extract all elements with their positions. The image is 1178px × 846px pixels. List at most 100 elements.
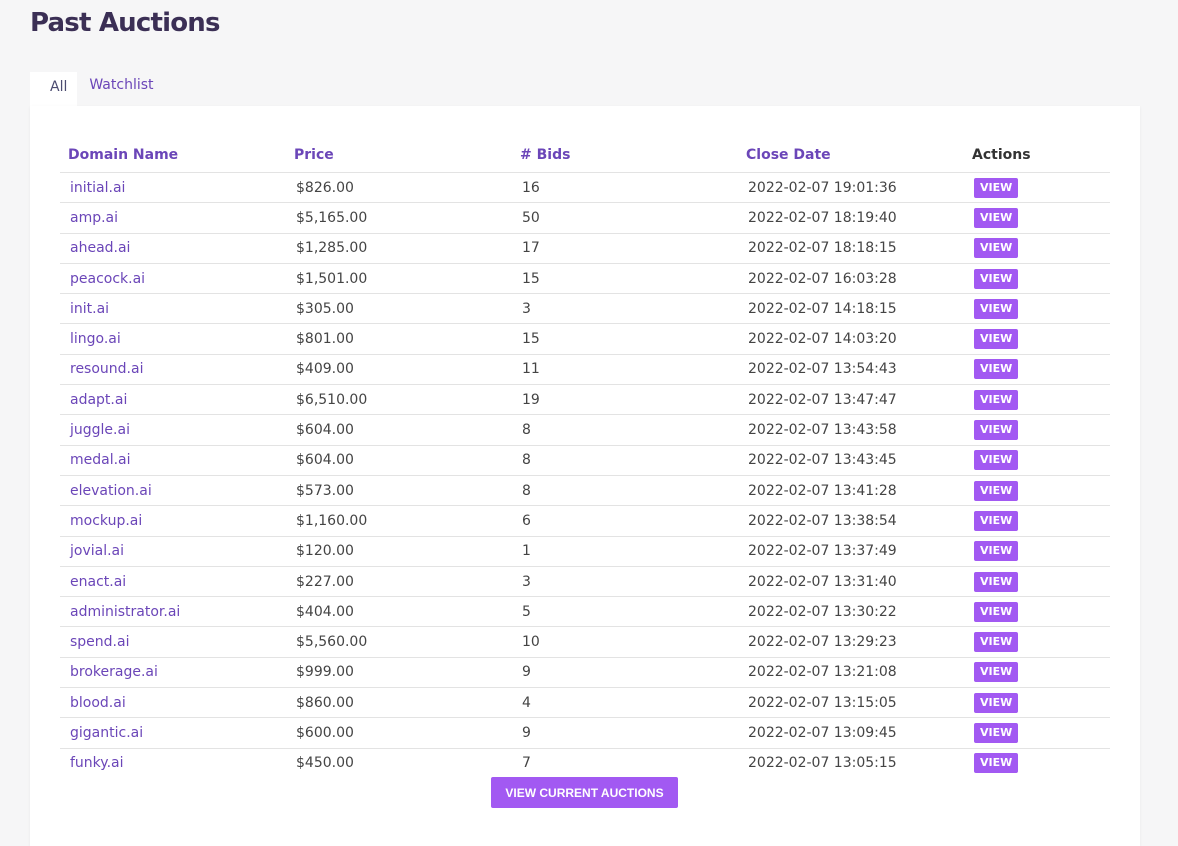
close-date-cell: 2022-02-07 13:47:47 — [738, 384, 964, 416]
view-button[interactable]: VIEW — [974, 359, 1019, 380]
view-button[interactable]: VIEW — [974, 480, 1019, 501]
domain-link[interactable]: resound.ai — [60, 354, 286, 386]
domain-link[interactable]: administrator.ai — [60, 596, 286, 628]
view-button[interactable]: VIEW — [974, 268, 1019, 289]
bids-cell: 3 — [512, 293, 738, 325]
close-date-cell: 2022-02-07 18:19:40 — [738, 202, 964, 234]
view-button[interactable]: VIEW — [974, 177, 1019, 198]
close-date-cell: 2022-02-07 13:38:54 — [738, 505, 964, 537]
view-current-auctions-button[interactable]: VIEW CURRENT AUCTIONS — [491, 777, 678, 808]
table-row: mockup.ai $1,160.00 6 2022-02-07 13:38:54 VI… — [60, 505, 1110, 537]
view-button[interactable]: VIEW — [974, 632, 1019, 653]
tab-all[interactable]: All — [30, 72, 78, 106]
price-cell: $6,510.00 — [286, 384, 512, 416]
actions-cell: VIEW — [964, 687, 1110, 719]
table-row: medal.ai $604.00 8 2022-02-07 13:43:45 VIEW — [60, 445, 1110, 476]
table-row: initial.ai $826.00 16 2022-02-07 19:01:36 VI… — [60, 172, 1110, 204]
domain-link[interactable]: elevation.ai — [60, 475, 286, 507]
header-price[interactable]: Price — [286, 138, 512, 173]
domain-link[interactable]: amp.ai — [60, 202, 286, 234]
bids-cell: 17 — [512, 233, 738, 264]
domain-link[interactable]: blood.ai — [60, 687, 286, 719]
view-button[interactable]: VIEW — [974, 238, 1019, 259]
table-row: jovial.ai $120.00 1 2022-02-07 13:37:49 VIEW — [60, 536, 1110, 567]
domain-link[interactable]: init.ai — [60, 293, 286, 325]
domain-link[interactable]: jovial.ai — [60, 536, 286, 567]
domain-link[interactable]: adapt.ai — [60, 384, 286, 416]
bids-cell: 3 — [512, 566, 738, 598]
actions-cell: VIEW — [964, 748, 1110, 778]
table-row: ahead.ai $1,285.00 17 2022-02-07 18:18:15 VI… — [60, 233, 1110, 264]
bids-cell: 8 — [512, 445, 738, 476]
close-date-cell: 2022-02-07 13:54:43 — [738, 354, 964, 386]
close-date-cell: 2022-02-07 13:21:08 — [738, 657, 964, 689]
domain-link[interactable]: juggle.ai — [60, 414, 286, 446]
actions-cell: VIEW — [964, 414, 1110, 446]
view-button[interactable]: VIEW — [974, 722, 1019, 743]
close-date-cell: 2022-02-07 13:37:49 — [738, 536, 964, 567]
actions-cell: VIEW — [964, 505, 1110, 537]
close-date-cell: 2022-02-07 19:01:36 — [738, 172, 964, 204]
domain-link[interactable]: enact.ai — [60, 566, 286, 598]
close-date-cell: 2022-02-07 16:03:28 — [738, 263, 964, 295]
price-cell: $600.00 — [286, 717, 512, 749]
view-button[interactable]: VIEW — [974, 753, 1019, 774]
bids-cell: 8 — [512, 475, 738, 507]
bids-cell: 19 — [512, 384, 738, 416]
close-date-cell: 2022-02-07 13:05:15 — [748, 755, 897, 772]
header-bids[interactable]: # Bids — [512, 138, 738, 173]
actions-cell: VIEW — [964, 445, 1110, 476]
auctions-card: Domain Name Price # Bids Close Date Acti… — [30, 106, 1140, 846]
header-close-date[interactable]: Close Date — [738, 138, 964, 173]
view-button[interactable]: VIEW — [974, 389, 1019, 410]
view-button[interactable]: VIEW — [974, 420, 1019, 441]
auctions-table: Domain Name Price # Bids Close Date Acti… — [60, 138, 1110, 778]
tab-watchlist[interactable]: Watchlist — [77, 72, 165, 106]
price-cell: $227.00 — [286, 566, 512, 598]
bids-cell: 9 — [512, 717, 738, 749]
view-button[interactable]: VIEW — [974, 207, 1019, 228]
bids-cell: 10 — [512, 626, 738, 658]
close-date-cell: 2022-02-07 18:18:15 — [738, 233, 964, 264]
domain-link[interactable]: ahead.ai — [60, 233, 286, 264]
close-date-cell: 2022-02-07 13:31:40 — [738, 566, 964, 598]
table-row: juggle.ai $604.00 8 2022-02-07 13:43:58 VIEW — [60, 414, 1110, 446]
actions-cell: VIEW — [964, 596, 1110, 628]
table-row: amp.ai $5,165.00 50 2022-02-07 18:19:40 VIEW — [60, 202, 1110, 234]
view-button[interactable]: VIEW — [974, 541, 1019, 562]
table-row: resound.ai $409.00 11 2022-02-07 13:54:43 VI… — [60, 354, 1110, 386]
bids-cell: 7 — [522, 755, 531, 772]
view-button[interactable]: VIEW — [974, 662, 1019, 683]
view-button[interactable]: VIEW — [974, 601, 1019, 622]
view-button[interactable]: VIEW — [974, 298, 1019, 319]
domain-link[interactable]: gigantic.ai — [60, 717, 286, 749]
actions-cell: VIEW — [964, 717, 1110, 749]
price-cell: $409.00 — [286, 354, 512, 386]
domain-link[interactable]: spend.ai — [60, 626, 286, 658]
table-row: elevation.ai $573.00 8 2022-02-07 13:41:28 V… — [60, 475, 1110, 507]
close-date-cell: 2022-02-07 13:09:45 — [738, 717, 964, 749]
domain-link[interactable]: medal.ai — [60, 445, 286, 476]
view-button[interactable]: VIEW — [974, 329, 1019, 350]
table-row: blood.ai $860.00 4 2022-02-07 13:15:05 VIEW — [60, 687, 1110, 719]
bids-cell: 15 — [512, 263, 738, 295]
table-row: brokerage.ai $999.00 9 2022-02-07 13:21:08 V… — [60, 657, 1110, 689]
header-domain-name[interactable]: Domain Name — [60, 138, 286, 173]
view-button[interactable]: VIEW — [974, 571, 1019, 592]
actions-cell: VIEW — [964, 536, 1110, 567]
domain-link[interactable]: initial.ai — [60, 172, 286, 204]
table-header-row: Domain Name Price # Bids Close Date Acti… — [60, 138, 1110, 173]
price-cell: $404.00 — [286, 596, 512, 628]
domain-link[interactable]: peacock.ai — [60, 263, 286, 295]
price-cell: $860.00 — [286, 687, 512, 719]
bids-cell: 15 — [512, 323, 738, 355]
actions-cell: VIEW — [964, 384, 1110, 416]
view-button[interactable]: VIEW — [974, 450, 1019, 471]
domain-link[interactable]: mockup.ai — [60, 505, 286, 537]
actions-cell: VIEW — [964, 354, 1110, 386]
domain-link[interactable]: funky.ai — [60, 748, 286, 778]
domain-link[interactable]: brokerage.ai — [60, 657, 286, 689]
domain-link[interactable]: lingo.ai — [60, 323, 286, 355]
view-button[interactable]: VIEW — [974, 510, 1019, 531]
view-button[interactable]: VIEW — [974, 692, 1019, 713]
